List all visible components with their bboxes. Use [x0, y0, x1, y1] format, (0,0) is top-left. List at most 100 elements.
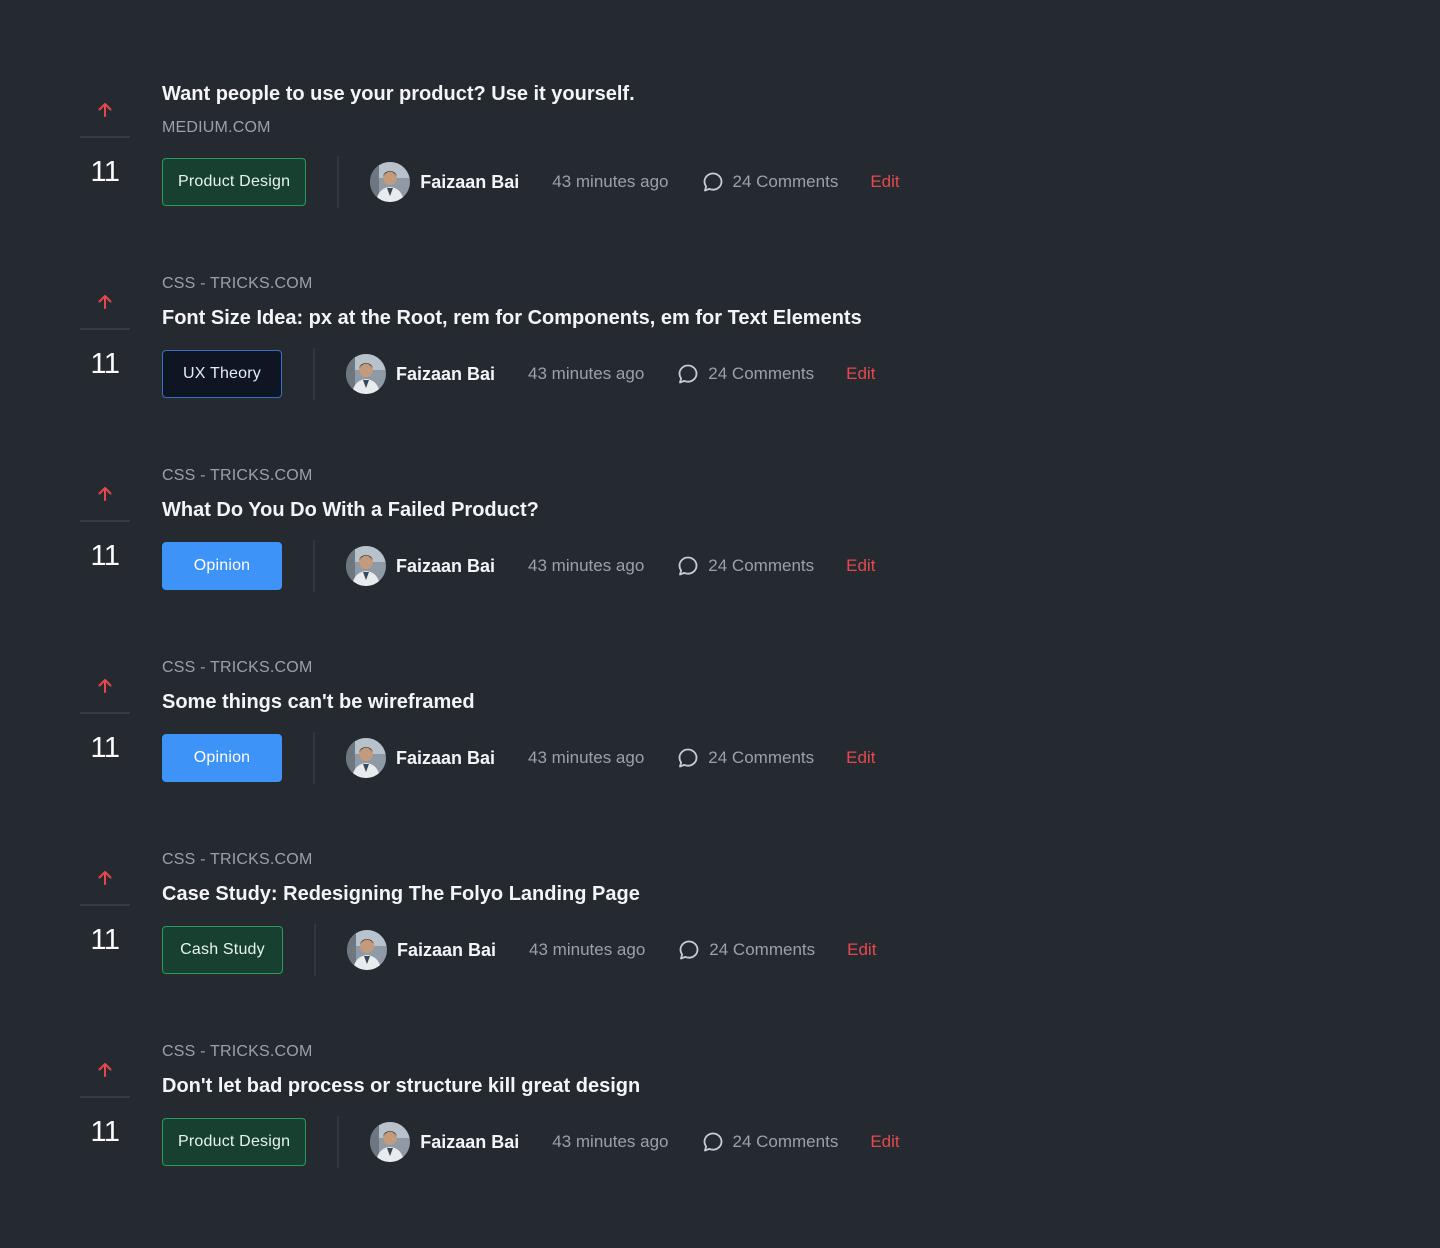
tag-badge[interactable]: Cash Study [162, 926, 283, 974]
post-source[interactable]: CSS - TRICKS.COM [162, 850, 312, 870]
vote-count: 11 [90, 156, 120, 188]
post-title[interactable]: Don't let bad process or structure kill … [162, 1073, 640, 1099]
vote-divider [80, 520, 130, 522]
author-name[interactable]: Faizaan Bai [420, 1132, 519, 1153]
post-item: 11 CSS - TRICKS.COM Font Size Idea: px a… [0, 256, 1440, 448]
arrow-up-icon[interactable] [96, 101, 114, 119]
vote-count: 11 [90, 1116, 120, 1148]
tag-badge[interactable]: Product Design [162, 1118, 307, 1166]
vote-column: 11 [80, 448, 130, 640]
vote-column: 11 [80, 1024, 130, 1216]
edit-link[interactable]: Edit [847, 940, 876, 960]
post-source[interactable]: CSS - TRICKS.COM [162, 1042, 312, 1062]
post-time: 43 minutes ago [529, 940, 646, 959]
edit-link[interactable]: Edit [846, 748, 875, 768]
meta-divider [313, 540, 315, 592]
post-title[interactable]: Some things can't be wireframed [162, 689, 475, 715]
comments-link[interactable]: 24 Comments [677, 555, 814, 577]
vote-count: 11 [90, 732, 120, 764]
comments-link[interactable]: 24 Comments [677, 747, 814, 769]
comments-count: 24 Comments [732, 172, 839, 191]
meta-divider [337, 1116, 340, 1168]
avatar[interactable] [370, 162, 411, 202]
author-name[interactable]: Faizaan Bai [396, 364, 495, 385]
comment-bubble-icon [679, 940, 699, 960]
comments-count: 24 Comments [708, 556, 815, 575]
meta-divider [314, 924, 316, 976]
post-source[interactable]: CSS - TRICKS.COM [162, 466, 312, 486]
comments-link[interactable]: 24 Comments [702, 171, 839, 193]
author-name[interactable]: Faizaan Bai [396, 556, 495, 577]
vote-count: 11 [90, 924, 120, 956]
avatar[interactable] [346, 738, 386, 778]
comment-bubble-icon [703, 1132, 722, 1152]
post-time: 43 minutes ago [528, 364, 645, 383]
comments-count: 24 Comments [708, 748, 815, 767]
comments-count: 24 Comments [708, 364, 815, 383]
vote-column: 11 [80, 256, 130, 448]
tag-badge[interactable]: UX Theory [162, 350, 282, 398]
comment-bubble-icon [678, 556, 698, 576]
comments-link[interactable]: 24 Comments [702, 1131, 839, 1153]
post-item: 11 CSS - TRICKS.COM Some things can't be… [0, 640, 1440, 832]
meta-divider [313, 348, 315, 400]
post-feed: 11 Want people to use your product? Use … [0, 0, 1440, 1248]
post-meta: Opinion Faizaan Bai 43 minutes ago 24 Co… [162, 540, 875, 592]
post-time: 43 minutes ago [528, 556, 645, 575]
post-time: 43 minutes ago [528, 748, 645, 767]
comment-bubble-icon [678, 748, 698, 768]
post-item: 11 Want people to use your product? Use … [0, 64, 1440, 256]
arrow-up-icon[interactable] [96, 869, 114, 887]
edit-link[interactable]: Edit [870, 172, 899, 192]
post-meta: Cash Study Faizaan Bai 43 minutes ago 24… [162, 924, 876, 976]
author-name[interactable]: Faizaan Bai [397, 940, 496, 961]
vote-divider [80, 712, 130, 714]
avatar[interactable] [346, 354, 386, 394]
post-time: 43 minutes ago [552, 172, 669, 191]
vote-divider [80, 904, 130, 906]
post-title[interactable]: Font Size Idea: px at the Root, rem for … [162, 305, 862, 331]
arrow-up-icon[interactable] [96, 677, 114, 695]
comments-link[interactable]: 24 Comments [677, 363, 814, 385]
post-item: 11 CSS - TRICKS.COM Case Study: Redesign… [0, 832, 1440, 1024]
vote-column: 11 [80, 832, 130, 1024]
comments-link[interactable]: 24 Comments [678, 939, 815, 961]
avatar[interactable] [370, 1122, 411, 1162]
edit-link[interactable]: Edit [846, 364, 875, 384]
arrow-up-icon[interactable] [96, 1061, 114, 1079]
meta-divider [337, 156, 340, 208]
author-name[interactable]: Faizaan Bai [396, 748, 495, 769]
post-source[interactable]: CSS - TRICKS.COM [162, 658, 312, 678]
avatar[interactable] [347, 930, 387, 970]
comment-bubble-icon [678, 364, 698, 384]
author-name[interactable]: Faizaan Bai [420, 172, 519, 193]
post-title[interactable]: Case Study: Redesigning The Folyo Landin… [162, 881, 640, 907]
vote-divider [80, 328, 130, 330]
post-item: 11 CSS - TRICKS.COM What Do You Do With … [0, 448, 1440, 640]
vote-column: 11 [80, 64, 130, 256]
tag-badge[interactable]: Opinion [162, 734, 282, 782]
vote-count: 11 [90, 348, 120, 380]
post-source[interactable]: MEDIUM.COM [162, 118, 271, 138]
tag-badge[interactable]: Product Design [162, 158, 307, 206]
comment-bubble-icon [703, 172, 722, 192]
post-time: 43 minutes ago [552, 1132, 669, 1151]
post-item: 11 CSS - TRICKS.COM Don't let bad proces… [0, 1024, 1440, 1216]
post-meta: Opinion Faizaan Bai 43 minutes ago 24 Co… [162, 732, 875, 784]
vote-count: 11 [90, 540, 120, 572]
vote-divider [80, 1096, 130, 1098]
post-meta: UX Theory Faizaan Bai 43 minutes ago 24 … [162, 348, 875, 400]
edit-link[interactable]: Edit [870, 1132, 899, 1152]
comments-count: 24 Comments [732, 1132, 839, 1151]
post-title[interactable]: What Do You Do With a Failed Product? [162, 497, 539, 523]
avatar[interactable] [346, 546, 386, 586]
comments-count: 24 Comments [709, 940, 816, 959]
post-source[interactable]: CSS - TRICKS.COM [162, 274, 312, 294]
arrow-up-icon[interactable] [96, 485, 114, 503]
vote-column: 11 [80, 640, 130, 832]
post-meta: Product Design Faizaan Bai 43 minutes ag… [162, 156, 900, 208]
arrow-up-icon[interactable] [96, 293, 114, 311]
edit-link[interactable]: Edit [846, 556, 875, 576]
post-title[interactable]: Want people to use your product? Use it … [162, 81, 635, 107]
tag-badge[interactable]: Opinion [162, 542, 282, 590]
